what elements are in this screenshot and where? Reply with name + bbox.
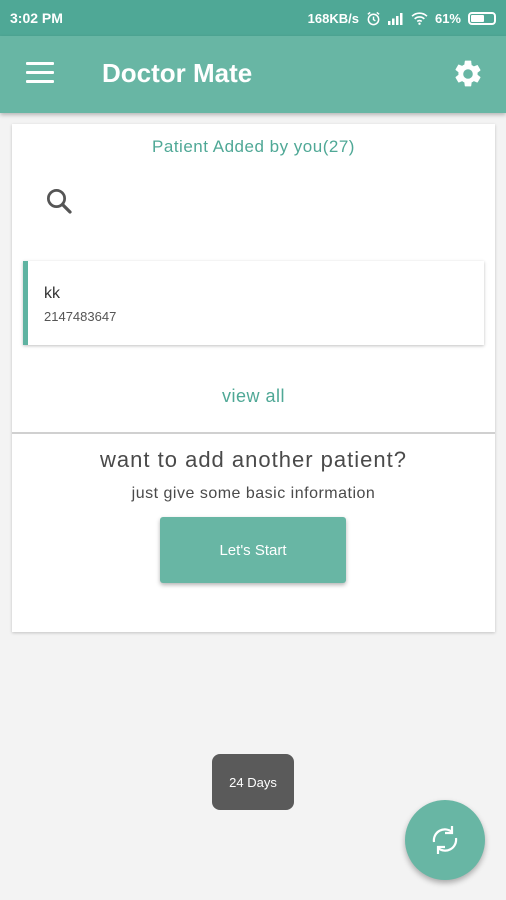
status-time: 3:02 PM xyxy=(10,10,63,26)
gear-icon[interactable] xyxy=(452,58,484,90)
alarm-icon xyxy=(367,11,380,25)
lets-start-button[interactable]: Let's Start xyxy=(160,517,346,583)
toast-message: 24 Days xyxy=(212,754,294,810)
battery-percent: 61% xyxy=(434,10,461,26)
status-bar: 3:02 PM 168KB/s 61% xyxy=(0,0,506,36)
view-all-link[interactable]: view all xyxy=(12,386,495,407)
menu-icon[interactable] xyxy=(26,62,54,84)
refresh-fab[interactable] xyxy=(405,800,485,880)
patient-phone: 2147483647 xyxy=(44,309,117,324)
patient-list-item[interactable]: kk 2147483647 xyxy=(23,261,484,345)
divider xyxy=(12,432,495,434)
status-icons: 168KB/s 61% xyxy=(308,11,496,26)
search-icon[interactable] xyxy=(44,186,74,216)
network-speed: 168KB/s xyxy=(307,10,359,26)
app-title: Doctor Mate xyxy=(102,58,253,88)
card-title: Patient Added by you(27) xyxy=(152,137,355,156)
toast-text: 24 Days xyxy=(229,774,277,790)
add-patient-question: want to add another patient? xyxy=(100,447,407,472)
battery-fill xyxy=(471,14,485,22)
add-patient-subtext: just give some basic information xyxy=(131,485,376,502)
app-bar: Doctor Mate xyxy=(0,36,506,113)
patients-card: Patient Added by you(27) kk 2147483647 v… xyxy=(12,124,495,632)
battery-icon xyxy=(468,11,496,25)
wifi-icon xyxy=(411,11,428,25)
refresh-icon xyxy=(432,826,458,854)
patient-name: kk xyxy=(44,285,60,302)
signal-icon xyxy=(387,12,403,25)
